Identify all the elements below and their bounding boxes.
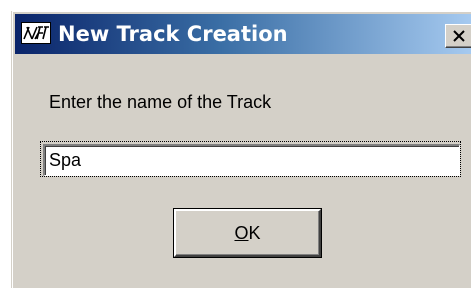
dialog-window: New Track Creation Enter the name of the…: [11, 11, 471, 288]
close-button[interactable]: [445, 24, 471, 48]
track-name-input[interactable]: [43, 144, 460, 176]
app-logo-icon: [21, 22, 51, 44]
prompt-label: Enter the name of the Track: [49, 92, 272, 112]
ok-button[interactable]: OK: [173, 208, 322, 258]
window-title: New Track Creation: [58, 22, 288, 46]
title-bar[interactable]: New Track Creation: [15, 14, 471, 54]
ok-button-label: OK: [234, 222, 261, 243]
close-icon: [453, 30, 465, 42]
